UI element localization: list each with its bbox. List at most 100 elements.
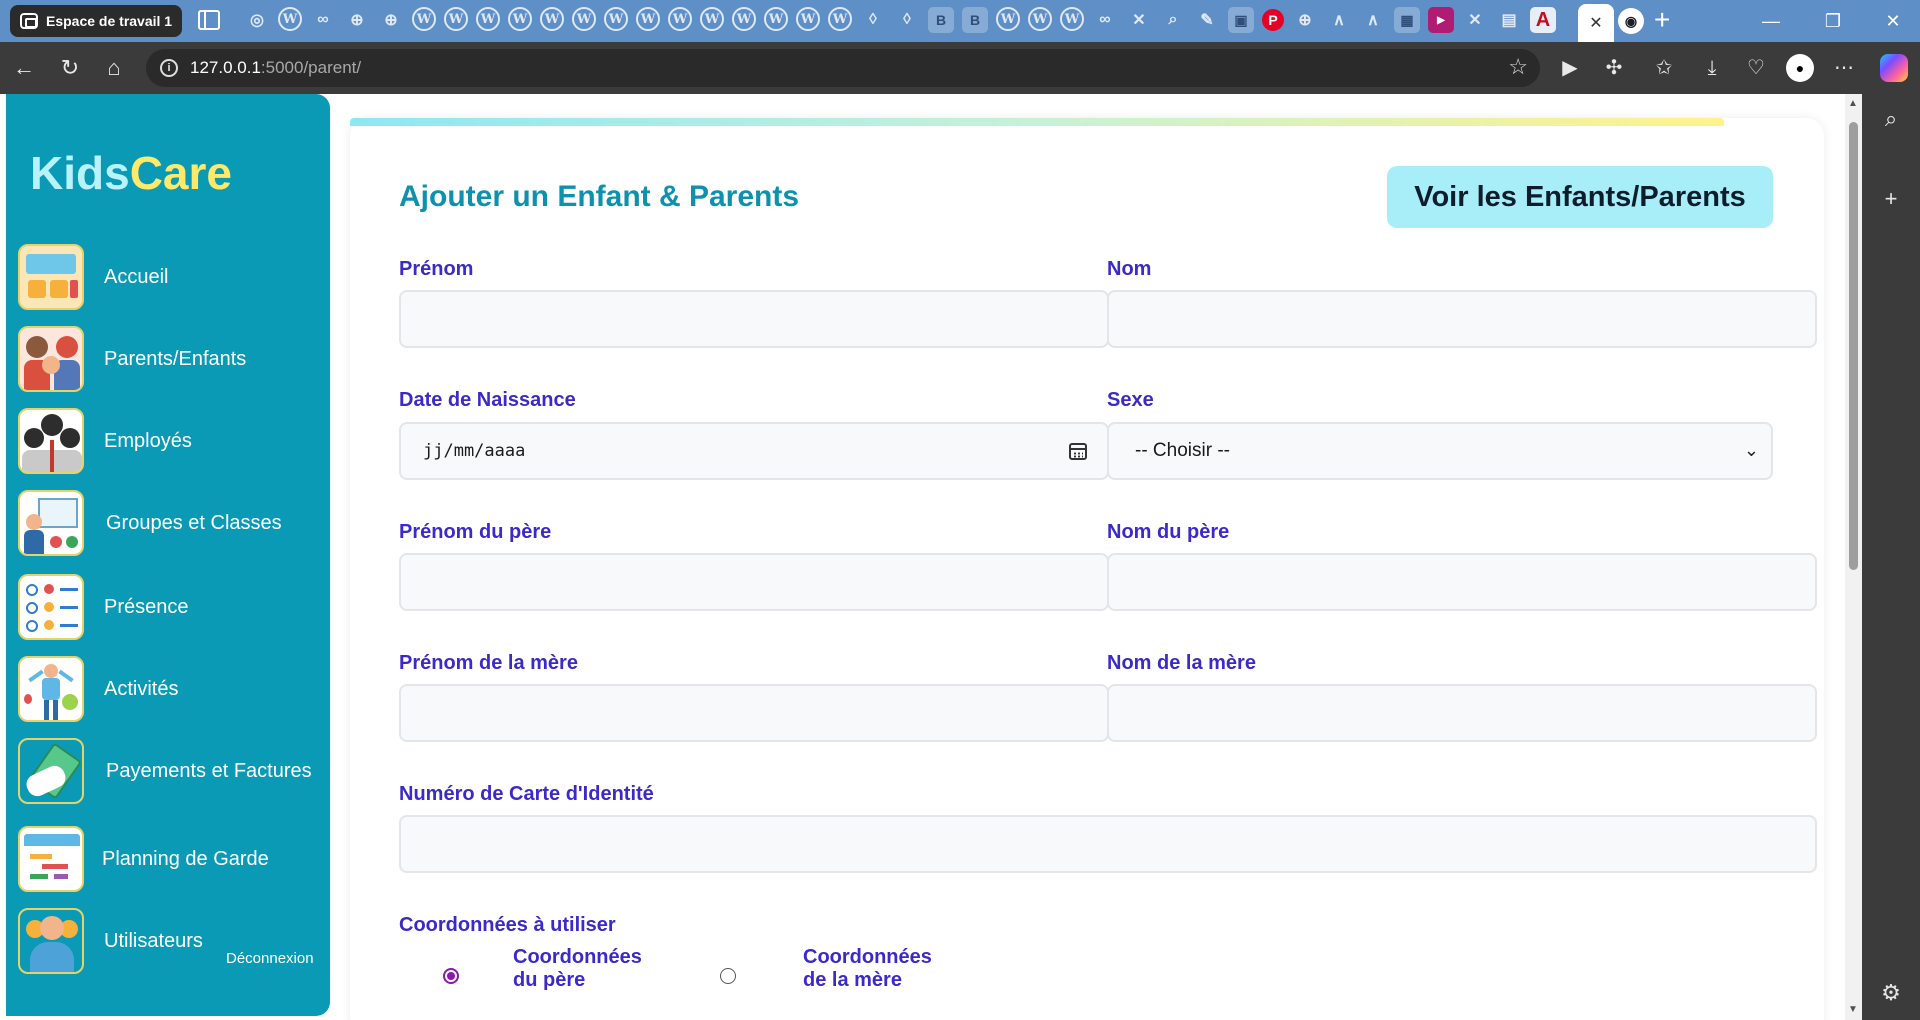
view-children-parents-button[interactable]: Voir les Enfants/Parents	[1387, 166, 1773, 228]
radio-label-mere[interactable]: Coordonnées de la mère	[803, 946, 953, 992]
tab-favicon[interactable]: W	[572, 7, 596, 31]
tab-favicon[interactable]: ▦	[1394, 7, 1420, 33]
tab-favicon[interactable]: W	[700, 7, 724, 31]
tab-favicon[interactable]: W	[412, 7, 436, 31]
sexe-label: Sexe	[1107, 389, 1154, 411]
page-scrollbar[interactable]: ▲ ▼	[1845, 94, 1862, 1020]
github-tab-icon[interactable]: ◉	[1618, 8, 1644, 34]
tab-favicon[interactable]: ◎	[244, 7, 270, 33]
tab-favicon[interactable]: W	[1028, 7, 1052, 31]
prenom-input[interactable]	[399, 290, 1109, 348]
search-icon[interactable]: ⌕	[1878, 106, 1904, 132]
workspace-button[interactable]: Espace de travail 1	[10, 5, 182, 37]
sidebar-item-payements-factures[interactable]: Payements et Factures	[18, 736, 328, 806]
tab-favicon[interactable]: ▣	[1228, 7, 1254, 33]
favorites-icon[interactable]: ✩	[1650, 54, 1678, 82]
classroom-icon	[18, 490, 84, 556]
tab-favicon[interactable]: ⌕	[1160, 7, 1186, 33]
tab-favicon[interactable]: W	[508, 7, 532, 31]
tab-favicon[interactable]: ✕	[1462, 7, 1488, 33]
scroll-up-icon[interactable]: ▲	[1848, 98, 1858, 109]
tab-favicon[interactable]: ⊕	[378, 7, 404, 33]
browser-toolbar: ← ↻ ⌂ i 127.0.0.1 :5000/parent/ ☆ ▶ ✣ ✩ …	[0, 42, 1920, 94]
new-tab-button[interactable]: +	[1654, 4, 1670, 36]
logout-link[interactable]: Déconnexion	[226, 950, 314, 967]
sidebar-item-employes[interactable]: Employés	[18, 406, 328, 476]
tab-favicon[interactable]: W	[996, 7, 1020, 31]
profile-avatar[interactable]: ●	[1786, 54, 1814, 82]
tab-favicon[interactable]: ∧	[1360, 7, 1386, 33]
sidebar-item-planning-garde[interactable]: Planning de Garde	[18, 824, 328, 894]
radio-coordonnees-pere[interactable]	[443, 968, 459, 984]
close-window-icon[interactable]: ✕	[1870, 6, 1916, 36]
tab-favicon[interactable]: A	[1530, 7, 1556, 33]
restore-icon[interactable]: ❐	[1810, 6, 1856, 36]
tab-favicon[interactable]: ▤	[1496, 7, 1522, 33]
settings-more-icon[interactable]: ⋯	[1830, 54, 1858, 82]
prenom-pere-input[interactable]	[399, 553, 1109, 611]
tab-favicon[interactable]: W	[540, 7, 564, 31]
sidebar-item-presence[interactable]: Présence	[18, 572, 328, 642]
tab-favicon[interactable]: W	[476, 7, 500, 31]
tab-favicon[interactable]: W	[278, 7, 302, 31]
calendar-picker-icon[interactable]	[1069, 443, 1087, 460]
sidebar-item-parents-enfants[interactable]: Parents/Enfants	[18, 324, 328, 394]
site-info-icon[interactable]: i	[160, 59, 178, 77]
prenom-mere-input[interactable]	[399, 684, 1109, 742]
tab-favicon[interactable]: W	[444, 7, 468, 31]
tab-favicon[interactable]: B	[962, 7, 988, 33]
nom-mere-input[interactable]	[1107, 684, 1817, 742]
tab-favicon[interactable]: ◊	[894, 7, 920, 33]
nom-pere-input[interactable]	[1107, 553, 1817, 611]
scroll-down-icon[interactable]: ▼	[1848, 1004, 1858, 1015]
tab-favicon[interactable]: ⊕	[1292, 7, 1318, 33]
reload-icon[interactable]: ↻	[54, 52, 86, 84]
active-tab-close-icon[interactable]: ✕	[1578, 4, 1614, 42]
tab-favicon[interactable]: W	[668, 7, 692, 31]
sidebar-item-label: Parents/Enfants	[104, 347, 247, 370]
tab-favicon[interactable]: ▶	[1428, 7, 1454, 33]
scrollbar-thumb[interactable]	[1849, 122, 1858, 570]
browser-essentials-icon[interactable]: ♡	[1742, 54, 1770, 82]
app-logo[interactable]: KidsCare	[30, 146, 232, 200]
bookmark-star-icon[interactable]: ☆	[1508, 54, 1528, 80]
minimize-icon[interactable]: —	[1748, 6, 1794, 36]
downloads-icon[interactable]: ⤓	[1698, 54, 1726, 82]
sidebar-item-groupes-classes[interactable]: Groupes et Classes	[18, 488, 328, 558]
sidebar-item-label: Planning de Garde	[102, 847, 269, 870]
tab-favicon[interactable]: W	[636, 7, 660, 31]
nom-input[interactable]	[1107, 290, 1817, 348]
tab-actions-icon[interactable]	[198, 10, 220, 30]
tab-favicon[interactable]: ◊	[860, 7, 886, 33]
tab-favicon[interactable]: W	[796, 7, 820, 31]
tab-favicon[interactable]: W	[828, 7, 852, 31]
gear-icon[interactable]: ⚙	[1878, 980, 1904, 1006]
tab-favicon[interactable]: ✕	[1126, 7, 1152, 33]
tab-favicon[interactable]: W	[1060, 7, 1084, 31]
tab-favicon[interactable]: ∞	[310, 7, 336, 33]
tab-favicon[interactable]: P	[1262, 9, 1284, 31]
date-placeholder: jj/mm/aaaa	[423, 441, 526, 461]
tab-favicon[interactable]: W	[764, 7, 788, 31]
extension-icon[interactable]: ▶	[1556, 54, 1584, 82]
tab-favicon[interactable]: ⊕	[344, 7, 370, 33]
add-icon[interactable]: +	[1878, 186, 1904, 212]
home-icon[interactable]: ⌂	[98, 52, 130, 84]
sidebar-item-activites[interactable]: Activités	[18, 654, 328, 724]
sidebar-item-accueil[interactable]: Accueil	[18, 242, 328, 312]
tab-favicon[interactable]: ∞	[1092, 7, 1118, 33]
address-bar[interactable]: i 127.0.0.1 :5000/parent/ ☆	[146, 49, 1540, 87]
radio-label-pere[interactable]: Coordonnées du père	[513, 946, 663, 992]
radio-coordonnees-mere[interactable]	[720, 968, 736, 984]
back-icon[interactable]: ←	[8, 52, 40, 84]
tab-favicon[interactable]: W	[732, 7, 756, 31]
sexe-select[interactable]: -- Choisir -- ⌄	[1107, 422, 1773, 480]
tab-favicon[interactable]: ✎	[1194, 7, 1220, 33]
date-naissance-input[interactable]: jj/mm/aaaa	[399, 422, 1109, 480]
extensions-puzzle-icon[interactable]: ✣	[1600, 54, 1628, 82]
tab-favicon[interactable]: ∧	[1326, 7, 1352, 33]
copilot-icon[interactable]	[1880, 54, 1908, 82]
tab-favicon[interactable]: B	[928, 7, 954, 33]
cin-input[interactable]	[399, 815, 1817, 873]
tab-favicon[interactable]: W	[604, 7, 628, 31]
